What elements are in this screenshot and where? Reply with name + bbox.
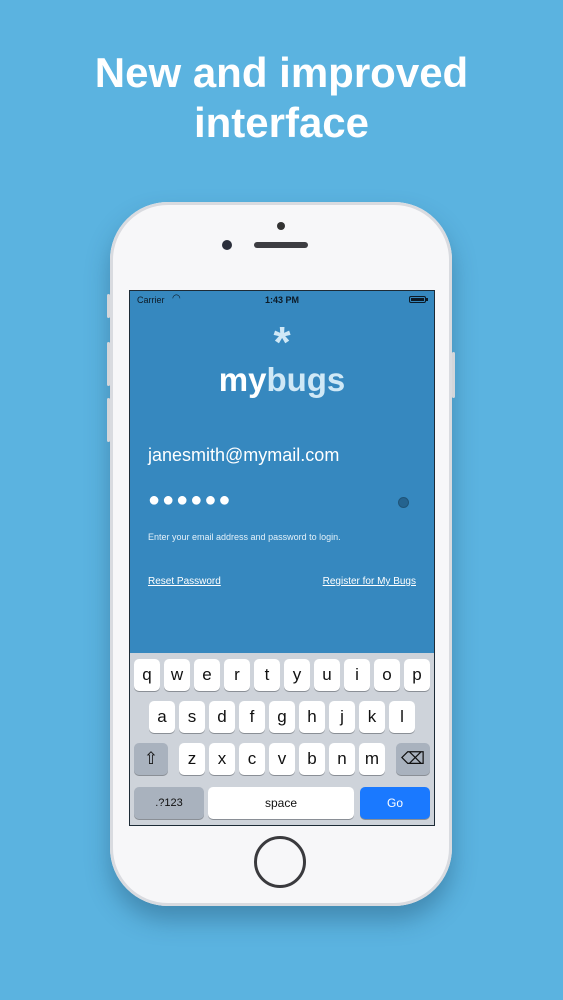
go-key[interactable]: Go <box>360 787 430 819</box>
key-d[interactable]: d <box>209 701 235 733</box>
key-l[interactable]: l <box>389 701 415 733</box>
key-n[interactable]: n <box>329 743 355 775</box>
key-q[interactable]: q <box>134 659 160 691</box>
power-button <box>452 352 455 398</box>
home-button[interactable] <box>254 836 306 888</box>
key-v[interactable]: v <box>269 743 295 775</box>
key-j[interactable]: j <box>329 701 355 733</box>
front-camera <box>222 240 232 250</box>
key-y[interactable]: y <box>284 659 310 691</box>
password-field[interactable]: ●●●●●● <box>148 489 232 512</box>
status-bar: Carrier ◠ 1:43 PM <box>130 291 434 309</box>
key-t[interactable]: t <box>254 659 280 691</box>
key-s[interactable]: s <box>179 701 205 733</box>
key-o[interactable]: o <box>374 659 400 691</box>
proximity-sensor <box>277 222 285 230</box>
key-p[interactable]: p <box>404 659 430 691</box>
key-b[interactable]: b <box>299 743 325 775</box>
login-hint: Enter your email address and password to… <box>148 532 341 542</box>
headline-line-2: interface <box>193 99 370 146</box>
phone-screen: Carrier ◠ 1:43 PM * mybugs janesmith@mym… <box>129 290 435 826</box>
key-e[interactable]: e <box>194 659 220 691</box>
volume-up-button <box>107 342 110 386</box>
battery-icon <box>409 296 428 303</box>
earpiece-speaker <box>254 242 308 248</box>
show-password-icon[interactable] <box>398 497 409 508</box>
register-link[interactable]: Register for My Bugs <box>323 576 416 587</box>
shift-key[interactable]: ⇧ <box>134 743 168 775</box>
headline: New and improved interface <box>0 48 563 148</box>
key-u[interactable]: u <box>314 659 340 691</box>
key-z[interactable]: z <box>179 743 205 775</box>
key-a[interactable]: a <box>149 701 175 733</box>
logo-my: my <box>218 361 267 398</box>
mute-switch <box>107 294 110 318</box>
keyboard: q w e r t y u i o p a s d f g h j k l ⇧ … <box>130 653 434 825</box>
logo-star-icon: * <box>273 318 291 367</box>
logo-bugs: bugs <box>266 361 346 398</box>
key-w[interactable]: w <box>164 659 190 691</box>
volume-down-button <box>107 398 110 442</box>
key-r[interactable]: r <box>224 659 250 691</box>
phone-frame: Carrier ◠ 1:43 PM * mybugs janesmith@mym… <box>107 202 455 906</box>
key-g[interactable]: g <box>269 701 295 733</box>
reset-password-link[interactable]: Reset Password <box>148 576 221 587</box>
app-logo: mybugs <box>130 361 434 399</box>
key-c[interactable]: c <box>239 743 265 775</box>
key-x[interactable]: x <box>209 743 235 775</box>
key-m[interactable]: m <box>359 743 385 775</box>
numbers-key[interactable]: .?123 <box>134 787 204 819</box>
headline-line-1: New and improved <box>94 49 469 96</box>
email-field[interactable]: janesmith@mymail.com <box>148 445 339 466</box>
space-key[interactable]: space <box>208 787 354 819</box>
key-k[interactable]: k <box>359 701 385 733</box>
key-i[interactable]: i <box>344 659 370 691</box>
status-time: 1:43 PM <box>264 295 299 305</box>
key-h[interactable]: h <box>299 701 325 733</box>
key-f[interactable]: f <box>239 701 265 733</box>
delete-key[interactable]: ⌫ <box>396 743 430 775</box>
